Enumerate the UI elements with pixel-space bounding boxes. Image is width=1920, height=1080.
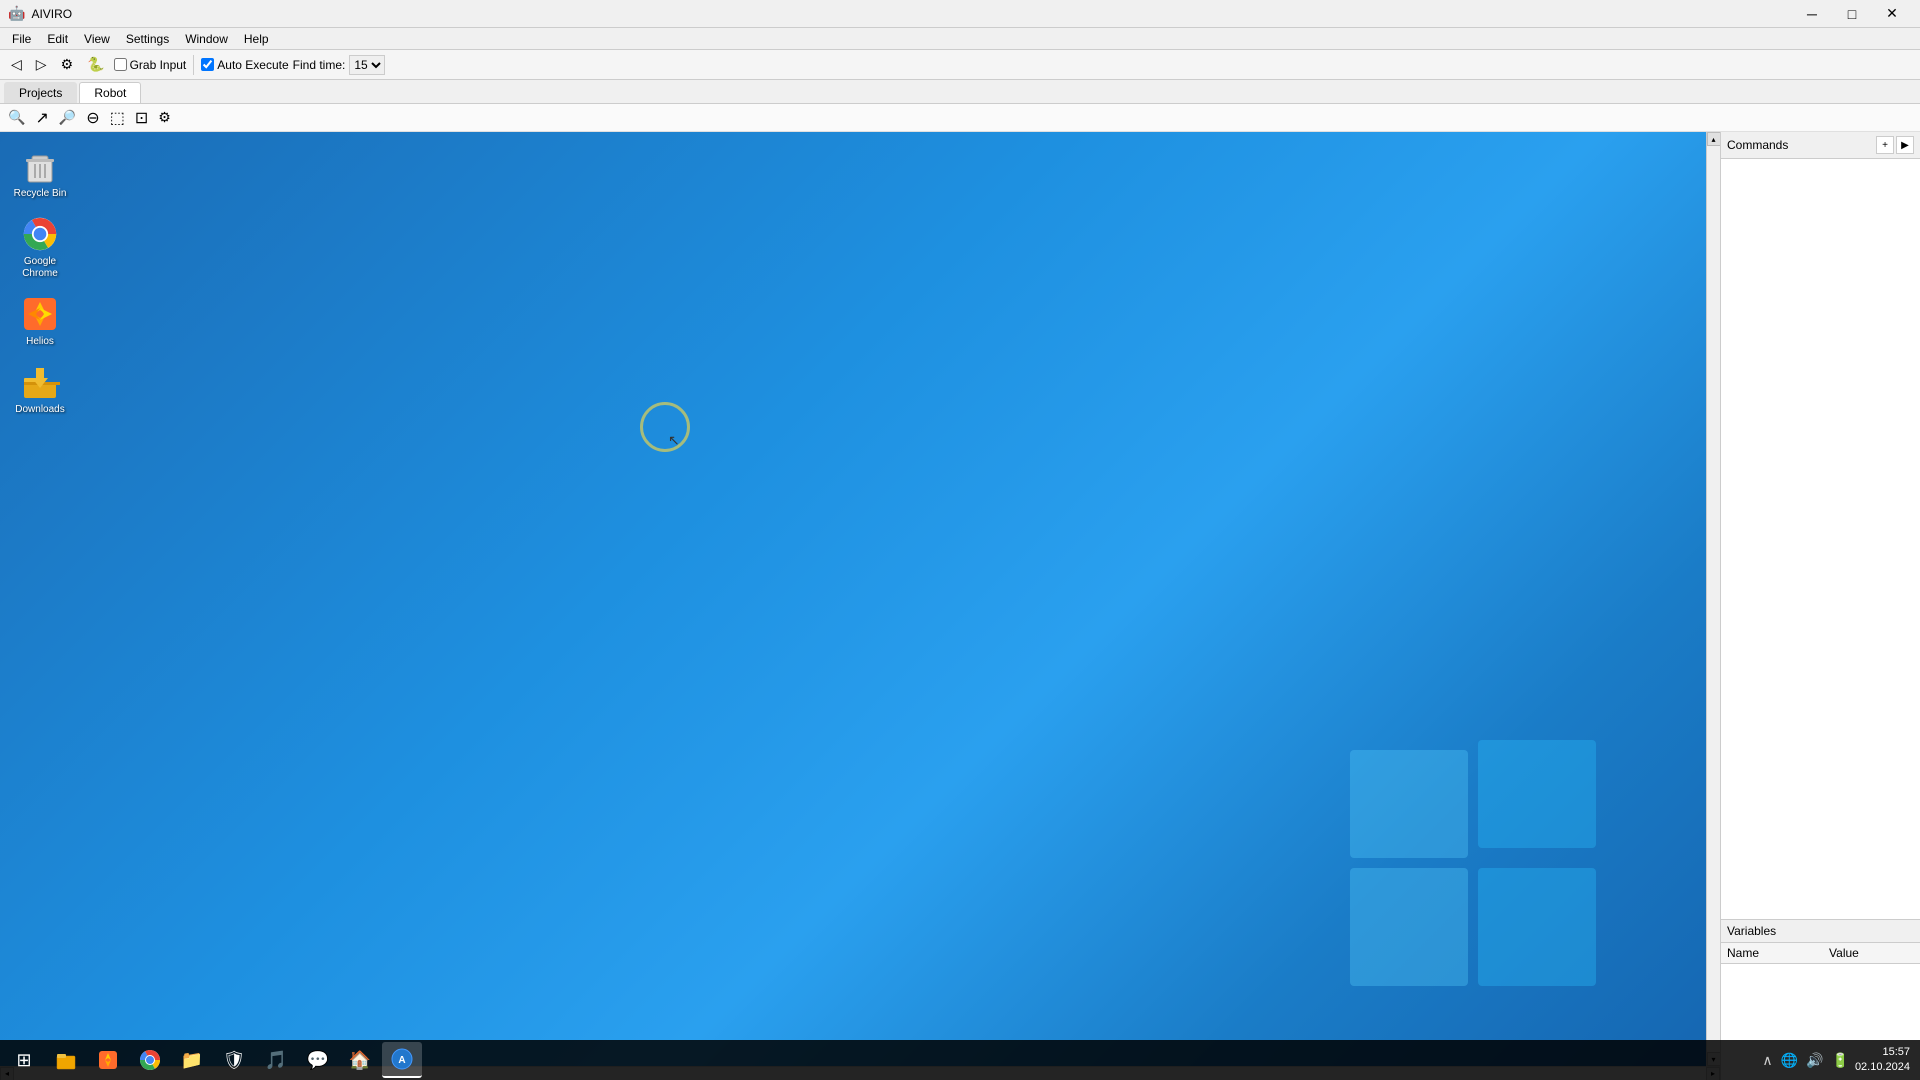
files-taskbar-button[interactable]: 📁 <box>172 1042 212 1078</box>
restore-button[interactable]: □ <box>1832 0 1872 28</box>
auto-execute-checkbox[interactable] <box>201 58 214 71</box>
clock-time: 15:57 <box>1855 1045 1910 1060</box>
tray-battery[interactable]: 🔋 <box>1830 1050 1851 1071</box>
commands-title: Commands <box>1727 138 1788 152</box>
variables-title: Variables <box>1727 924 1776 938</box>
auto-execute-label: Auto Execute <box>217 58 288 72</box>
app8-taskbar-button[interactable]: 🏠 <box>340 1042 380 1078</box>
desktop-icon-downloads[interactable]: Downloads <box>0 356 80 422</box>
taskbar-right: ∧ 🌐 🔊 🔋 15:57 02.10.2024 <box>1754 1045 1916 1076</box>
taskbar: ⊞ 📁 🛡 🎵 💬 🏠 A <box>0 1040 1920 1080</box>
app-title: AIVIRO <box>31 7 72 21</box>
helios-icon <box>20 294 60 334</box>
app-title-area: 🤖 AIVIRO <box>8 5 72 22</box>
capture-icon-btn[interactable]: ⊡ <box>131 106 152 130</box>
tray-network[interactable]: 🌐 <box>1779 1050 1800 1071</box>
commands-header: Commands + ▶ <box>1721 132 1920 159</box>
downloads-icon <box>20 362 60 402</box>
file-explorer-button[interactable] <box>46 1042 86 1078</box>
minimize-button[interactable]: ─ <box>1792 0 1832 28</box>
vertical-scrollbar[interactable]: ▴ ▾ <box>1706 132 1720 1066</box>
scroll-y-track[interactable] <box>1707 146 1720 1052</box>
grab-input-label: Grab Input <box>130 58 187 72</box>
find-time-area: Find time: 15 5 10 20 30 <box>293 55 386 75</box>
desktop-icon-google-chrome[interactable]: Google Chrome <box>0 208 80 286</box>
variables-header: Variables <box>1721 920 1920 943</box>
chrome-label: Google Chrome <box>5 256 75 280</box>
title-bar: 🤖 AIVIRO ─ □ ✕ <box>0 0 1920 28</box>
chrome-icon <box>20 214 60 254</box>
chrome-taskbar-button[interactable] <box>130 1042 170 1078</box>
search-icon-btn[interactable]: 🔍 <box>4 107 29 128</box>
desktop-icons: Recycle Bin <box>0 132 80 432</box>
desktop-capture-area: Recycle Bin <box>0 132 1720 1080</box>
variables-col-name: Name <box>1721 943 1823 964</box>
menu-edit[interactable]: Edit <box>39 30 76 48</box>
toolbar-gear[interactable]: ⚙ <box>56 53 79 76</box>
right-panel: Commands + ▶ Variables Name Value <box>1720 132 1920 1080</box>
close-button[interactable]: ✕ <box>1872 0 1912 28</box>
cursor-circle <box>640 402 690 452</box>
toolbar-separator-1 <box>193 55 194 75</box>
downloads-label: Downloads <box>15 404 64 416</box>
icon-toolbar: 🔍 ↗ 🔎 ⊖ ⬚ ⊡ ⚙ <box>0 104 1920 132</box>
zoom-in-icon-btn[interactable]: 🔎 <box>55 107 80 128</box>
variables-table: Name Value <box>1721 943 1920 964</box>
desktop-icon-helios[interactable]: Helios <box>0 288 80 354</box>
window-controls: ─ □ ✕ <box>1792 0 1912 28</box>
auto-execute-area: Auto Execute <box>201 58 288 72</box>
helios-label: Helios <box>26 336 54 348</box>
tab-projects[interactable]: Projects <box>4 82 77 103</box>
menu-window[interactable]: Window <box>177 30 236 48</box>
find-time-select[interactable]: 15 5 10 20 30 <box>349 55 385 75</box>
app7-taskbar-button[interactable]: 💬 <box>298 1042 338 1078</box>
commands-run-button[interactable]: ▶ <box>1896 136 1914 154</box>
aiviro-taskbar-button[interactable]: A <box>382 1042 422 1078</box>
scroll-up-button[interactable]: ▴ <box>1707 132 1721 146</box>
menu-bar: File Edit View Settings Window Help <box>0 28 1920 50</box>
select-icon-btn[interactable]: ⬚ <box>106 106 129 130</box>
recycle-bin-icon <box>20 146 60 186</box>
start-button[interactable]: ⊞ <box>4 1042 44 1078</box>
commands-content <box>1721 159 1920 919</box>
menu-view[interactable]: View <box>76 30 118 48</box>
menu-settings[interactable]: Settings <box>118 30 177 48</box>
commands-add-button[interactable]: + <box>1876 136 1894 154</box>
helios-taskbar-button[interactable] <box>88 1042 128 1078</box>
zoom-out-icon-btn[interactable]: ⊖ <box>82 106 103 130</box>
commands-header-buttons: + ▶ <box>1876 136 1914 154</box>
app5-taskbar-button[interactable]: 🛡 <box>214 1042 254 1078</box>
main-area: Recycle Bin <box>0 132 1920 1080</box>
tray-chevron[interactable]: ∧ <box>1760 1050 1774 1071</box>
toolbar-back[interactable]: ◁ <box>6 53 27 76</box>
tab-bar: Projects Robot <box>0 80 1920 104</box>
cursor-arrow: ↖ <box>668 432 680 449</box>
menu-file[interactable]: File <box>4 30 39 48</box>
svg-text:A: A <box>398 1055 405 1066</box>
windows-logo <box>1340 740 1600 1000</box>
toolbar-forward[interactable]: ▷ <box>31 53 52 76</box>
pointer-icon-btn[interactable]: ↗ <box>31 106 52 130</box>
desktop-icon-recycle-bin[interactable]: Recycle Bin <box>0 140 80 206</box>
grab-input-area: Grab Input <box>114 58 187 72</box>
recycle-bin-label: Recycle Bin <box>14 188 67 200</box>
desktop-background: Recycle Bin <box>0 132 1720 1080</box>
app-icon: 🤖 <box>8 5 25 22</box>
system-clock[interactable]: 15:57 02.10.2024 <box>1855 1045 1910 1076</box>
menu-help[interactable]: Help <box>236 30 277 48</box>
settings-icon-btn[interactable]: ⚙ <box>154 107 175 128</box>
toolbar: ◁ ▷ ⚙ 🐍 Grab Input Auto Execute Find tim… <box>0 50 1920 80</box>
grab-input-checkbox[interactable] <box>114 58 127 71</box>
variables-col-value: Value <box>1823 943 1920 964</box>
app6-taskbar-button[interactable]: 🎵 <box>256 1042 296 1078</box>
clock-date: 02.10.2024 <box>1855 1060 1910 1075</box>
find-time-label: Find time: <box>293 58 346 72</box>
commands-section: Commands + ▶ <box>1721 132 1920 920</box>
tray-sound[interactable]: 🔊 <box>1804 1050 1825 1071</box>
tab-robot[interactable]: Robot <box>79 82 141 103</box>
toolbar-python[interactable]: 🐍 <box>82 53 109 76</box>
